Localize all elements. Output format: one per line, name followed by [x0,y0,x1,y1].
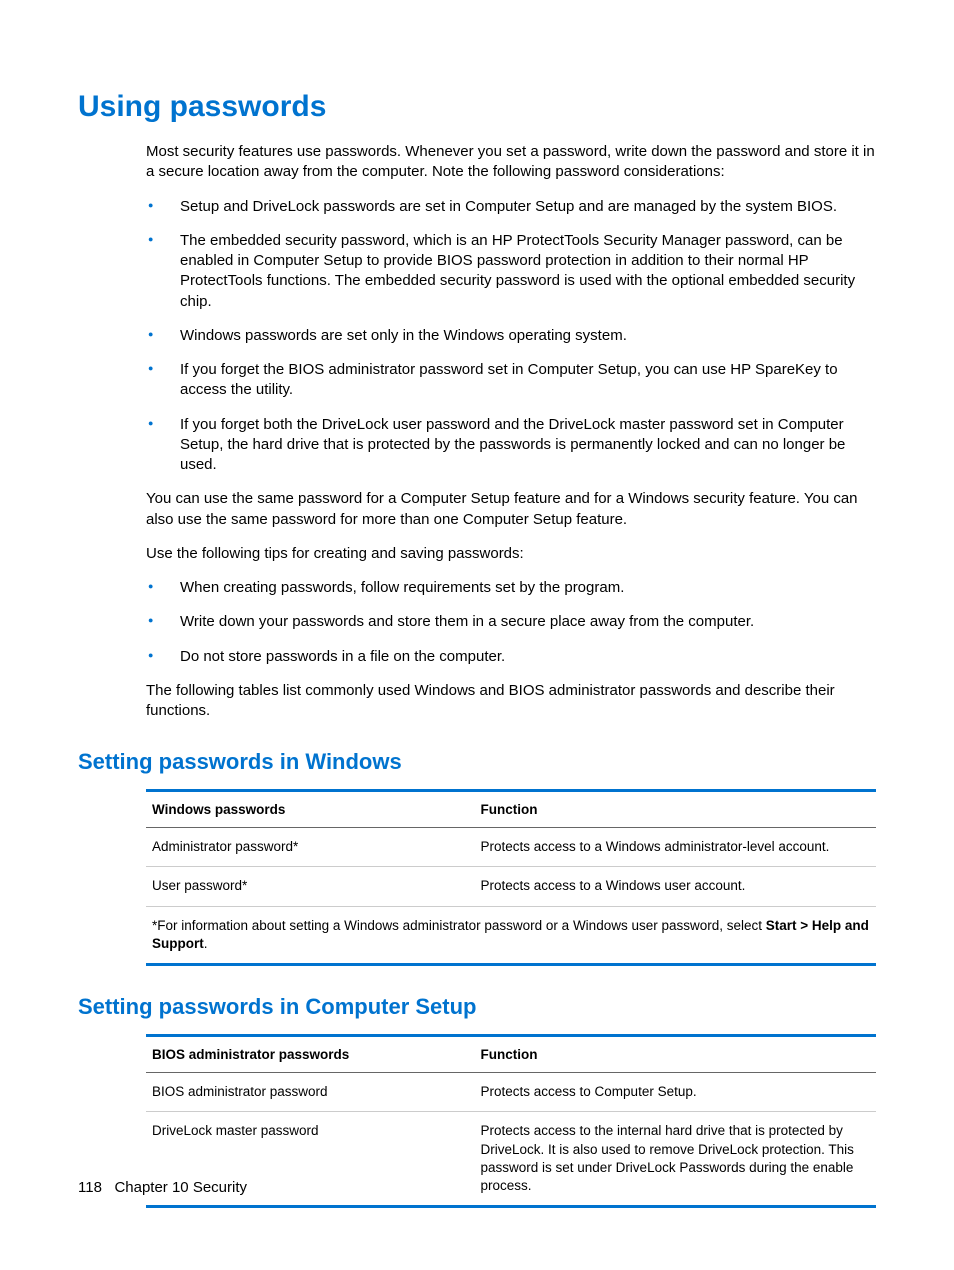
table-header: Windows passwords [146,791,475,828]
table-cell: Protects access to a Windows user accoun… [475,867,877,906]
paragraph: Use the following tips for creating and … [146,544,876,564]
list-item: Do not store passwords in a file on the … [146,647,876,667]
considerations-list: Setup and DriveLock passwords are set in… [146,197,876,476]
table-cell: Protects access to a Windows administrat… [475,828,877,867]
tips-list: When creating passwords, follow requirem… [146,578,876,667]
table-cell: Protects access to Computer Setup. [475,1073,877,1112]
heading-windows-passwords: Setting passwords in Windows [78,749,876,775]
table-cell: Protects access to the internal hard dri… [475,1112,877,1207]
page-footer: 118 Chapter 10 Security [78,1179,247,1196]
bios-passwords-table: BIOS administrator passwords Function BI… [146,1034,876,1208]
list-item: Write down your passwords and store them… [146,612,876,632]
table-header: Function [475,791,877,828]
paragraph: The following tables list commonly used … [146,681,876,722]
intro-paragraph: Most security features use passwords. Wh… [146,142,876,183]
table-footnote: *For information about setting a Windows… [146,906,876,964]
footnote-text: . [204,936,208,951]
chapter-label: Chapter 10 Security [114,1179,247,1196]
table-cell: BIOS administrator password [146,1073,475,1112]
footnote-text: *For information about setting a Windows… [152,918,766,933]
table-row: BIOS administrator password Protects acc… [146,1073,876,1112]
heading-1: Using passwords [78,90,876,124]
list-item: When creating passwords, follow requirem… [146,578,876,598]
paragraph: You can use the same password for a Comp… [146,489,876,530]
table-header: Function [475,1036,877,1073]
list-item: The embedded security password, which is… [146,231,876,312]
body-content: Most security features use passwords. Wh… [146,142,876,721]
windows-passwords-table: Windows passwords Function Administrator… [146,789,876,966]
table-cell: Administrator password* [146,828,475,867]
list-item: Setup and DriveLock passwords are set in… [146,197,876,217]
table-header: BIOS administrator passwords [146,1036,475,1073]
table-row: DriveLock master password Protects acces… [146,1112,876,1207]
list-item: If you forget both the DriveLock user pa… [146,415,876,476]
list-item: If you forget the BIOS administrator pas… [146,360,876,401]
page-number: 118 [78,1179,102,1196]
table-row: User password* Protects access to a Wind… [146,867,876,906]
list-item: Windows passwords are set only in the Wi… [146,326,876,346]
heading-computer-setup-passwords: Setting passwords in Computer Setup [78,994,876,1020]
table-footnote-cell: *For information about setting a Windows… [146,906,876,964]
table-row: Administrator password* Protects access … [146,828,876,867]
table-cell: User password* [146,867,475,906]
